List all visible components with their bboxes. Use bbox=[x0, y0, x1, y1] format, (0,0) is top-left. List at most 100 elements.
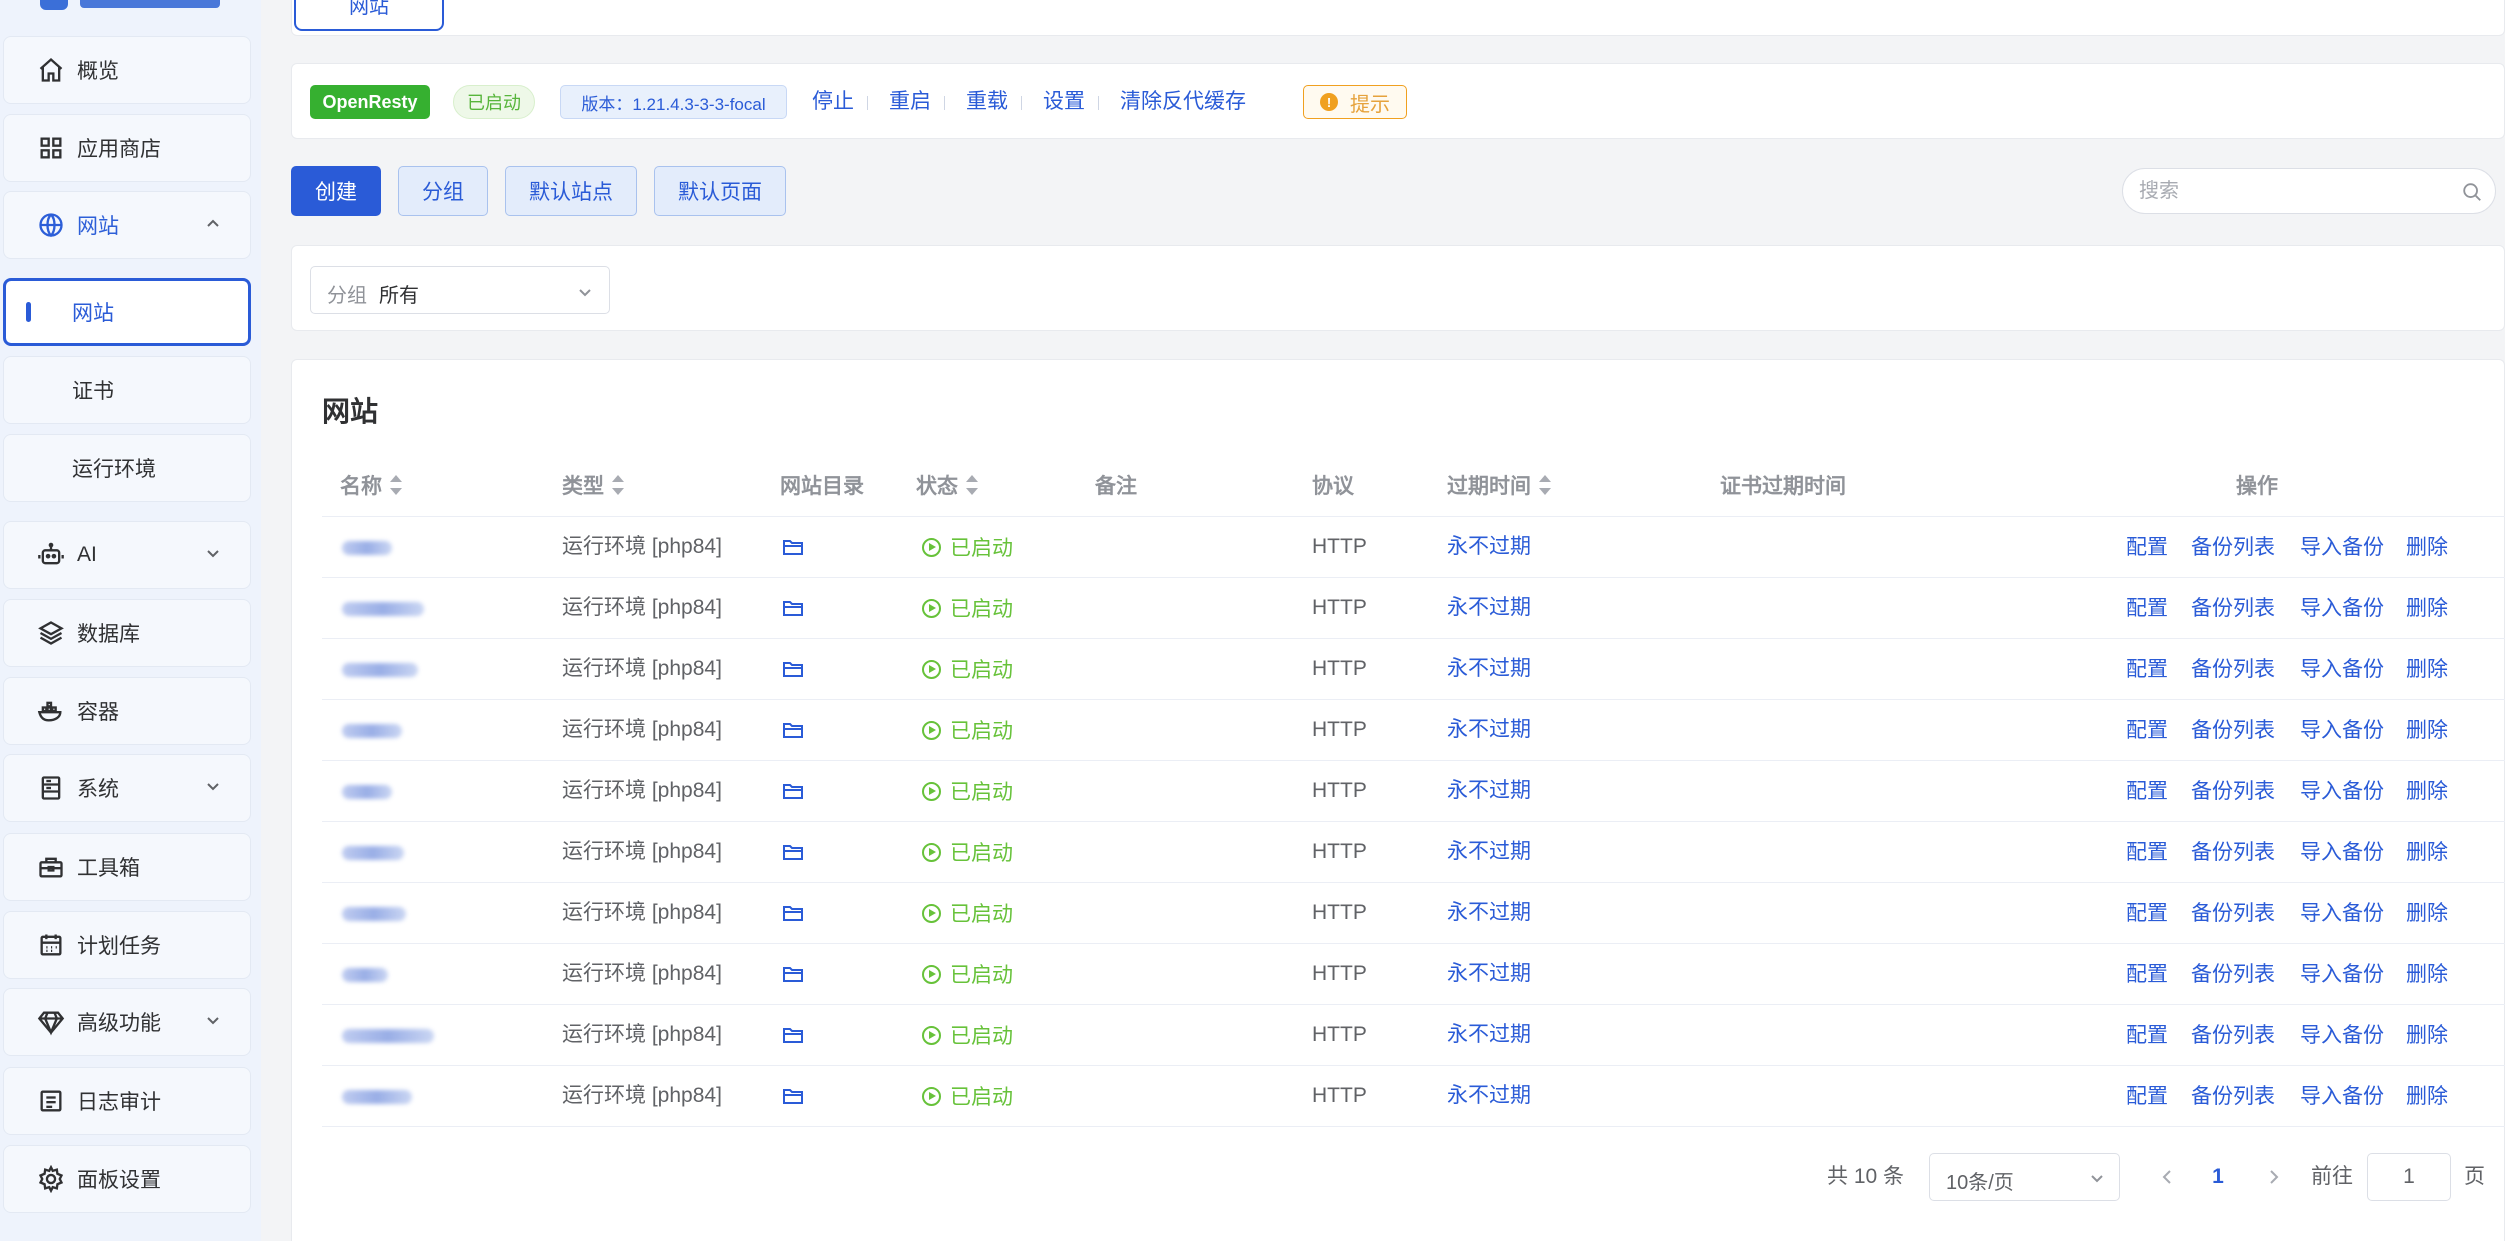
default-page-button[interactable]: 默认页面 bbox=[654, 166, 786, 216]
folder-icon[interactable] bbox=[782, 1025, 804, 1045]
site-status[interactable]: 已启动 bbox=[922, 1005, 1013, 1065]
site-name-redacted[interactable] bbox=[342, 907, 406, 921]
import-backup-button[interactable]: 导入备份 bbox=[2300, 639, 2384, 699]
backup-list-button[interactable]: 备份列表 bbox=[2191, 639, 2275, 699]
delete-button[interactable]: 删除 bbox=[2406, 944, 2448, 1004]
config-button[interactable]: 配置 bbox=[2126, 517, 2168, 577]
column-header-expire[interactable]: 过期时间 bbox=[1447, 457, 1551, 517]
site-name-redacted[interactable] bbox=[342, 785, 392, 799]
config-button[interactable]: 配置 bbox=[2126, 1066, 2168, 1126]
config-button[interactable]: 配置 bbox=[2126, 883, 2168, 943]
site-expire-link[interactable]: 永不过期 bbox=[1447, 761, 1531, 821]
group-button[interactable]: 分组 bbox=[398, 166, 488, 216]
sidebar-subitem-certificate[interactable]: 证书 bbox=[3, 356, 251, 424]
config-button[interactable]: 配置 bbox=[2126, 578, 2168, 638]
backup-list-button[interactable]: 备份列表 bbox=[2191, 822, 2275, 882]
site-status[interactable]: 已启动 bbox=[922, 639, 1013, 699]
config-button[interactable]: 配置 bbox=[2126, 1005, 2168, 1065]
import-backup-button[interactable]: 导入备份 bbox=[2300, 822, 2384, 882]
site-expire-link[interactable]: 永不过期 bbox=[1447, 639, 1531, 699]
import-backup-button[interactable]: 导入备份 bbox=[2300, 1066, 2384, 1126]
delete-button[interactable]: 删除 bbox=[2406, 883, 2448, 943]
import-backup-button[interactable]: 导入备份 bbox=[2300, 517, 2384, 577]
chevron-down-icon[interactable] bbox=[206, 546, 220, 560]
config-button[interactable]: 配置 bbox=[2126, 639, 2168, 699]
site-expire-link[interactable]: 永不过期 bbox=[1447, 578, 1531, 638]
folder-icon[interactable] bbox=[782, 659, 804, 679]
sidebar-item-system[interactable]: 系统 bbox=[3, 754, 251, 822]
sidebar-item-overview[interactable]: 概览 bbox=[3, 36, 251, 104]
search-icon[interactable] bbox=[2461, 181, 2483, 203]
import-backup-button[interactable]: 导入备份 bbox=[2300, 1005, 2384, 1065]
sidebar-item-database[interactable]: 数据库 bbox=[3, 599, 251, 667]
site-name-redacted[interactable] bbox=[342, 541, 392, 555]
folder-icon[interactable] bbox=[782, 781, 804, 801]
group-filter-select[interactable]: 分组 所有 bbox=[310, 266, 610, 314]
settings-button[interactable]: 设置 bbox=[1043, 85, 1085, 119]
column-header-name[interactable]: 名称 bbox=[340, 457, 402, 517]
sidebar-item-log-audit[interactable]: 日志审计 bbox=[3, 1067, 251, 1135]
site-expire-link[interactable]: 永不过期 bbox=[1447, 944, 1531, 1004]
config-button[interactable]: 配置 bbox=[2126, 822, 2168, 882]
site-status[interactable]: 已启动 bbox=[922, 944, 1013, 1004]
chevron-down-icon[interactable] bbox=[206, 1013, 220, 1027]
site-status[interactable]: 已启动 bbox=[922, 822, 1013, 882]
site-expire-link[interactable]: 永不过期 bbox=[1447, 517, 1531, 577]
site-expire-link[interactable]: 永不过期 bbox=[1447, 700, 1531, 760]
delete-button[interactable]: 删除 bbox=[2406, 700, 2448, 760]
sidebar-item-ai[interactable]: AI bbox=[3, 521, 251, 589]
import-backup-button[interactable]: 导入备份 bbox=[2300, 883, 2384, 943]
site-status[interactable]: 已启动 bbox=[922, 883, 1013, 943]
sort-icon[interactable] bbox=[390, 475, 402, 496]
import-backup-button[interactable]: 导入备份 bbox=[2300, 761, 2384, 821]
sidebar-item-website[interactable]: 网站 bbox=[3, 191, 251, 259]
chevron-up-icon[interactable] bbox=[206, 216, 220, 230]
site-expire-link[interactable]: 永不过期 bbox=[1447, 1066, 1531, 1126]
folder-icon[interactable] bbox=[782, 720, 804, 740]
column-header-type[interactable]: 类型 bbox=[562, 457, 624, 517]
delete-button[interactable]: 删除 bbox=[2406, 761, 2448, 821]
folder-icon[interactable] bbox=[782, 598, 804, 618]
search-input[interactable] bbox=[2139, 177, 2449, 205]
site-status[interactable]: 已启动 bbox=[922, 1066, 1013, 1126]
site-name-redacted[interactable] bbox=[342, 846, 404, 860]
sort-icon[interactable] bbox=[966, 475, 978, 496]
config-button[interactable]: 配置 bbox=[2126, 700, 2168, 760]
folder-icon[interactable] bbox=[782, 964, 804, 984]
backup-list-button[interactable]: 备份列表 bbox=[2191, 1066, 2275, 1126]
delete-button[interactable]: 删除 bbox=[2406, 517, 2448, 577]
import-backup-button[interactable]: 导入备份 bbox=[2300, 578, 2384, 638]
folder-icon[interactable] bbox=[782, 1086, 804, 1106]
site-expire-link[interactable]: 永不过期 bbox=[1447, 883, 1531, 943]
sidebar-subitem-runtime[interactable]: 运行环境 bbox=[3, 434, 251, 502]
chevron-down-icon[interactable] bbox=[206, 779, 220, 793]
backup-list-button[interactable]: 备份列表 bbox=[2191, 883, 2275, 943]
sidebar-subitem-website[interactable]: 网站 bbox=[3, 278, 251, 346]
tip-button[interactable]: ! 提示 bbox=[1303, 85, 1407, 119]
site-status[interactable]: 已启动 bbox=[922, 517, 1013, 577]
site-status[interactable]: 已启动 bbox=[922, 761, 1013, 821]
sidebar-item-app-store[interactable]: 应用商店 bbox=[3, 114, 251, 182]
config-button[interactable]: 配置 bbox=[2126, 761, 2168, 821]
sidebar-item-container[interactable]: 容器 bbox=[3, 677, 251, 745]
site-name-redacted[interactable] bbox=[342, 663, 418, 677]
import-backup-button[interactable]: 导入备份 bbox=[2300, 944, 2384, 1004]
delete-button[interactable]: 删除 bbox=[2406, 1066, 2448, 1126]
site-expire-link[interactable]: 永不过期 bbox=[1447, 1005, 1531, 1065]
config-button[interactable]: 配置 bbox=[2126, 944, 2168, 1004]
site-name-redacted[interactable] bbox=[342, 1029, 434, 1043]
sort-icon[interactable] bbox=[1539, 475, 1551, 496]
folder-icon[interactable] bbox=[782, 537, 804, 557]
delete-button[interactable]: 删除 bbox=[2406, 639, 2448, 699]
site-status[interactable]: 已启动 bbox=[922, 578, 1013, 638]
folder-icon[interactable] bbox=[782, 903, 804, 923]
clear-proxy-cache-button[interactable]: 清除反代缓存 bbox=[1120, 85, 1246, 119]
delete-button[interactable]: 删除 bbox=[2406, 1005, 2448, 1065]
site-name-redacted[interactable] bbox=[342, 968, 388, 982]
stop-button[interactable]: 停止 bbox=[812, 85, 854, 119]
page-size-select[interactable]: 10条/页 bbox=[1929, 1153, 2120, 1201]
backup-list-button[interactable]: 备份列表 bbox=[2191, 517, 2275, 577]
delete-button[interactable]: 删除 bbox=[2406, 578, 2448, 638]
pagination-current-page[interactable]: 1 bbox=[2202, 1153, 2234, 1201]
backup-list-button[interactable]: 备份列表 bbox=[2191, 578, 2275, 638]
